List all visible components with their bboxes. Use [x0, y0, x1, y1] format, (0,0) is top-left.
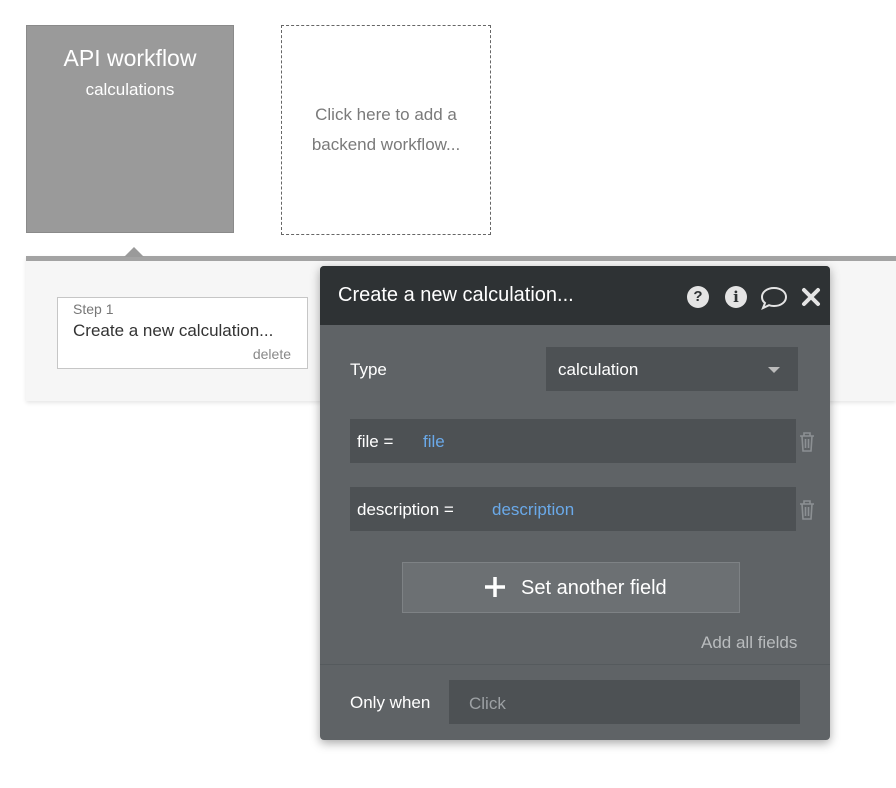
- chevron-down-icon: [768, 367, 780, 373]
- plus-icon: [485, 577, 505, 597]
- close-icon[interactable]: [801, 287, 821, 307]
- trash-icon[interactable]: [796, 498, 818, 522]
- step-number: Step 1: [73, 301, 114, 317]
- field-value[interactable]: file: [423, 432, 445, 452]
- add-all-fields-link[interactable]: Add all fields: [701, 633, 797, 653]
- action-property-editor: Create a new calculation... ? i Type cal…: [320, 266, 830, 740]
- info-icon[interactable]: i: [725, 286, 747, 308]
- field-row-file[interactable]: file = file: [350, 419, 796, 463]
- type-dropdown[interactable]: calculation: [546, 347, 798, 391]
- step-delete-link[interactable]: delete: [253, 346, 291, 362]
- field-key: description =: [357, 500, 454, 519]
- type-value: calculation: [558, 360, 639, 379]
- step-1-box[interactable]: Step 1 Create a new calculation... delet…: [57, 297, 308, 369]
- panel-divider: [320, 664, 830, 665]
- set-another-field-label: Set another field: [521, 577, 667, 599]
- trash-icon[interactable]: [796, 430, 818, 454]
- help-icon[interactable]: ?: [687, 286, 709, 308]
- only-when-input[interactable]: Click: [449, 680, 800, 724]
- set-another-field-button[interactable]: Set another field: [402, 562, 740, 613]
- panel-header: Create a new calculation... ? i: [320, 266, 830, 325]
- selected-workflow-caret: [124, 247, 144, 257]
- workflow-title: API workflow: [63, 45, 197, 71]
- add-workflow-text: Click here to add a backend workflow...: [311, 105, 461, 154]
- api-workflow-card[interactable]: API workflow calculations: [26, 25, 234, 233]
- field-value[interactable]: description: [492, 500, 574, 520]
- workflow-subtitle: calculations: [85, 80, 175, 99]
- add-backend-workflow-card[interactable]: Click here to add a backend workflow...: [281, 25, 491, 235]
- field-row-description[interactable]: description = description: [350, 487, 796, 531]
- only-when-placeholder: Click: [469, 694, 506, 713]
- comment-icon[interactable]: [760, 286, 788, 310]
- only-when-label: Only when: [350, 693, 431, 712]
- field-key: file =: [357, 432, 394, 451]
- type-label: Type: [350, 360, 387, 379]
- step-name: Create a new calculation...: [73, 321, 274, 340]
- panel-title: Create a new calculation...: [338, 284, 574, 306]
